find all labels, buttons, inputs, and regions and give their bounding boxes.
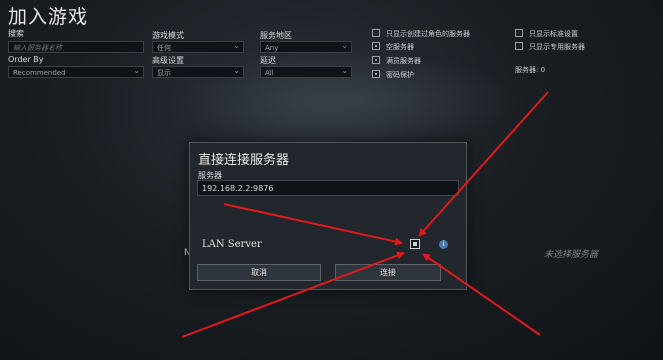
checkbox-created-chars[interactable] <box>372 29 380 37</box>
search-placeholder: 输入服务器名称 <box>13 44 62 52</box>
order-by-select[interactable]: Recommended <box>8 65 144 78</box>
region-select[interactable]: Any <box>260 40 352 53</box>
game-mode-value: 任何 <box>157 44 171 52</box>
checkbox-created-chars-label: 只显示创建过角色的服务器 <box>386 30 470 38</box>
lan-server-row: LAN Server i <box>196 238 456 254</box>
latency-select[interactable]: All <box>260 65 352 78</box>
direct-connect-dialog: 直接连接服务器 服务器 192.168.2.2:9876 LAN Server … <box>189 142 467 290</box>
advanced-select[interactable]: 显示 <box>152 65 244 78</box>
order-by-value: Recommended <box>13 69 66 77</box>
checkbox-standard-settings[interactable] <box>515 29 523 37</box>
checkbox-dedicated-label: 只显示专用服务器 <box>529 43 585 51</box>
game-mode-select[interactable]: 任何 <box>152 40 244 53</box>
advanced-value: 显示 <box>157 69 171 77</box>
region-value: Any <box>265 44 279 52</box>
latency-label: 延迟 <box>260 56 276 65</box>
checkbox-dedicated[interactable] <box>515 42 523 50</box>
region-label: 服务地区 <box>260 31 292 40</box>
checkbox-full-label: 满员服务器 <box>386 57 421 65</box>
cancel-button[interactable]: 取消 <box>197 264 321 281</box>
connect-button[interactable]: 连接 <box>335 264 441 281</box>
server-count: 服务器: 0 <box>515 66 546 74</box>
lan-server-label: LAN Server <box>202 239 262 250</box>
game-mode-label: 游戏模式 <box>152 31 184 40</box>
checkbox-password-label: 密码保护 <box>386 71 414 79</box>
dialog-title: 直接连接服务器 <box>198 153 290 168</box>
order-by-label: Order By <box>8 55 44 64</box>
background-smoke <box>180 50 520 150</box>
checkbox-empty[interactable] <box>372 42 380 50</box>
search-label: 搜索 <box>8 29 24 38</box>
checkbox-password[interactable] <box>372 70 380 78</box>
checkbox-standard-settings-label: 只显示标准设置 <box>529 30 578 38</box>
no-server-selected-text: 未选择服务器 <box>544 250 599 260</box>
latency-value: All <box>265 69 274 77</box>
info-icon[interactable]: i <box>439 240 448 249</box>
page-title: 加入游戏 <box>8 6 89 28</box>
lan-server-checkbox[interactable] <box>410 239 420 249</box>
checkbox-full[interactable] <box>372 56 380 64</box>
server-address-input[interactable]: 192.168.2.2:9876 <box>197 180 459 196</box>
checkbox-empty-label: 空服务器 <box>386 43 414 51</box>
search-input[interactable]: 输入服务器名称 <box>8 41 144 53</box>
advanced-label: 高级设置 <box>152 56 184 65</box>
